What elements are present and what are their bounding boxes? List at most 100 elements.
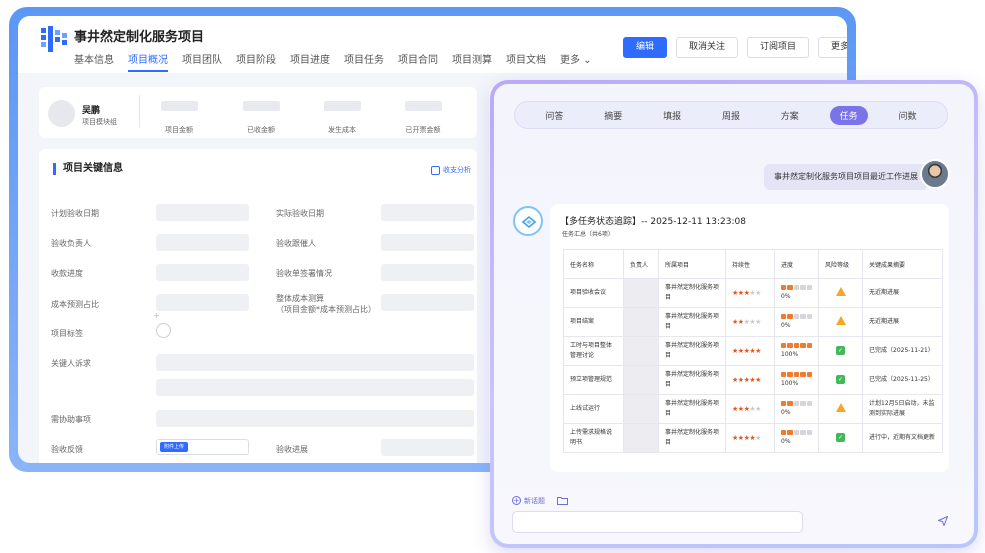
- summary-cell: 计划12月5日启动，未监测到实际进展: [862, 394, 943, 424]
- progress-segment: [793, 371, 800, 377]
- chat-input[interactable]: [512, 511, 803, 533]
- income-analysis-link[interactable]: 收支分析: [431, 165, 471, 175]
- user-name: 吴鹏: [82, 106, 101, 116]
- progress-cell: 0%: [774, 423, 819, 453]
- duration-stars: ★★★★★: [725, 394, 775, 424]
- owner-cell: [623, 423, 659, 453]
- tab-tasks[interactable]: 项目任务: [344, 51, 384, 72]
- add-tag-icon[interactable]: +: [153, 311, 160, 320]
- tab-progress[interactable]: 项目进度: [290, 51, 330, 72]
- tab-fill[interactable]: 填报: [653, 106, 691, 125]
- header-actions: 编辑 取消关注 订阅项目 更多: [623, 37, 847, 58]
- user-role: 项目模块组: [82, 118, 117, 126]
- progress-segment: [787, 400, 793, 406]
- label-overall-cost: 整体成本测算: [276, 294, 324, 303]
- tab-team[interactable]: 项目团队: [182, 51, 222, 72]
- tab-estimate[interactable]: 项目测算: [452, 51, 492, 72]
- tab-contract[interactable]: 项目合同: [398, 51, 438, 72]
- tab-basic-info[interactable]: 基本信息: [74, 51, 114, 72]
- duration-stars: ★★★★★: [725, 278, 775, 308]
- tab-qa[interactable]: 问答: [535, 106, 573, 125]
- label-collect-progress: 收款进度: [51, 269, 83, 278]
- label-sign-status: 验收单签署情况: [276, 269, 332, 278]
- risk-cell: [818, 307, 863, 337]
- assistant-answer: 【多任务状态追踪】-- 2025-12-11 13:23:08 任务汇总（共6项…: [550, 204, 949, 472]
- table-row: 工时与项目整体管理讨论 事井然定制化服务项目 ★★★★★ 100% ✓ 已完成（2025-…: [563, 336, 943, 366]
- divider: [139, 95, 140, 127]
- accept-owner-field[interactable]: [156, 234, 249, 251]
- tab-task[interactable]: 任务: [829, 105, 868, 125]
- progress-segment: [806, 400, 813, 406]
- subscribe-button[interactable]: 订阅项目: [747, 37, 810, 58]
- star-icon: ★: [755, 346, 761, 355]
- risk-cell: [818, 278, 863, 308]
- new-topic-button[interactable]: + 新话题: [512, 496, 545, 506]
- app-logo-icon: [41, 26, 67, 52]
- table-row: 项目验收会议 事井然定制化服务项目 ★★★★★ 0% 无近期进展: [563, 278, 943, 308]
- key-appeal-field-2[interactable]: [156, 379, 474, 396]
- task-name-cell: 项目结案: [563, 307, 624, 337]
- owner-cell: [623, 307, 659, 337]
- tab-data-query[interactable]: 问数: [888, 106, 926, 125]
- duration-stars: ★★★★★: [725, 307, 775, 337]
- project-cell: 事井然定制化服务项目: [658, 394, 726, 424]
- progress-segment: [793, 429, 800, 435]
- unfollow-button[interactable]: 取消关注: [676, 37, 739, 58]
- avatar: [48, 100, 75, 127]
- tab-plan[interactable]: 方案: [771, 106, 809, 125]
- duration-stars: ★★★★★: [725, 423, 775, 453]
- progress-segment: [781, 429, 787, 435]
- progress-segment: [787, 371, 793, 377]
- task-name-cell: 工时与项目整体管理讨论: [563, 336, 624, 366]
- progress-bar: [781, 284, 813, 290]
- progress-segment: [787, 284, 793, 290]
- tab-weekly[interactable]: 周报: [712, 106, 750, 125]
- progress-segment: [793, 400, 800, 406]
- tab-overview[interactable]: 项目概况: [128, 51, 168, 72]
- progress-text: 0%: [781, 292, 791, 300]
- collect-progress-field[interactable]: [156, 264, 249, 281]
- progress-segment: [787, 313, 793, 319]
- sign-status-field[interactable]: [381, 264, 474, 281]
- key-appeal-field[interactable]: [156, 354, 474, 371]
- accept-progress-field[interactable]: [381, 439, 474, 456]
- tab-summary[interactable]: 摘要: [594, 106, 632, 125]
- tab-more[interactable]: 更多: [560, 51, 592, 72]
- warning-icon: [835, 315, 846, 325]
- upload-button[interactable]: 附件上传: [160, 442, 189, 452]
- star-icon: ★: [755, 317, 761, 326]
- add-tag-button[interactable]: [156, 323, 171, 338]
- cost-ratio-field[interactable]: [156, 294, 249, 311]
- help-items-field[interactable]: [156, 410, 474, 427]
- project-header: 事井然定制化服务项目 基本信息 项目概况 项目团队 项目阶段 项目进度 项目任务…: [18, 16, 847, 73]
- col-summary: 关键成果摘要: [862, 249, 943, 279]
- star-icon: ★: [755, 433, 761, 442]
- more-button[interactable]: 更多: [818, 37, 847, 58]
- progress-segment: [781, 284, 787, 290]
- send-icon[interactable]: [938, 516, 948, 526]
- progress-text: 0%: [781, 408, 791, 416]
- accept-follow-field[interactable]: [381, 234, 474, 251]
- table-header-row: 任务名称 负责人 所属项目 持续性 进度 风险等级 关键成果摘要: [563, 249, 943, 279]
- user-message: 事井然定制化服务项目项目最近工作进展: [764, 164, 928, 190]
- feedback-upload[interactable]: 附件上传: [156, 439, 249, 455]
- tab-stage[interactable]: 项目阶段: [236, 51, 276, 72]
- section-title: 项目关键信息: [53, 163, 123, 175]
- edit-button[interactable]: 编辑: [623, 37, 668, 58]
- progress-segment: [781, 313, 787, 319]
- col-owner: 负责人: [623, 249, 659, 279]
- risk-cell: [818, 394, 863, 424]
- plan-date-field[interactable]: [156, 204, 249, 221]
- tab-docs[interactable]: 项目文档: [506, 51, 546, 72]
- key-info-card: 项目关键信息 收支分析 计划验收日期 实际验收日期 验收负责人 验收跟催人 收款…: [39, 149, 477, 463]
- task-name-cell: 预立项管理规范: [563, 365, 624, 395]
- progress-segment: [793, 342, 800, 348]
- progress-cell: 0%: [774, 307, 819, 337]
- overall-cost-field[interactable]: [381, 294, 474, 311]
- folder-icon[interactable]: [557, 496, 568, 505]
- progress-segment: [800, 400, 806, 406]
- check-icon: ✓: [836, 375, 845, 384]
- progress-text: 0%: [781, 321, 791, 329]
- label-key-appeal: 关键人诉求: [51, 359, 91, 368]
- actual-date-field[interactable]: [381, 204, 474, 221]
